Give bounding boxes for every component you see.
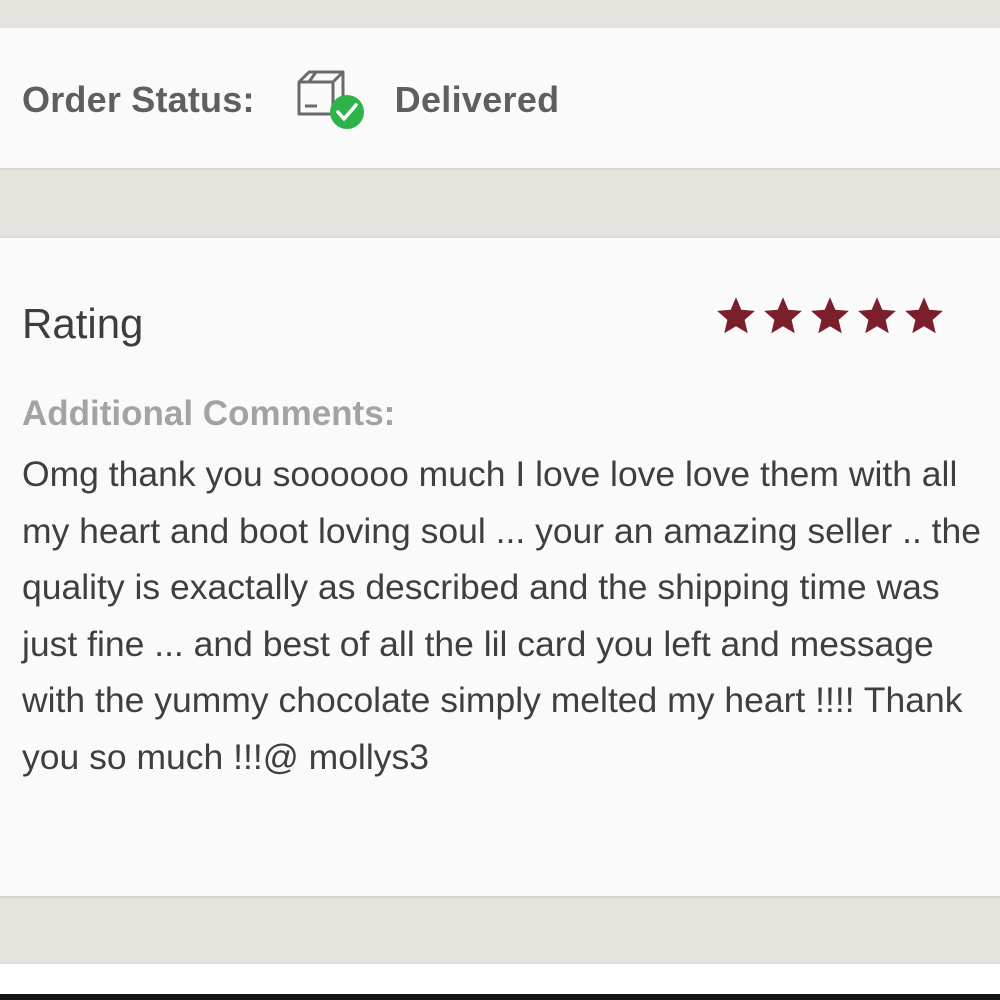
comments-label: Additional Comments:	[22, 394, 396, 433]
rating-stars	[714, 294, 946, 338]
bottom-edge	[0, 994, 1000, 1000]
delivered-box-check-icon	[293, 68, 367, 132]
review-card: Rating Additional Comments: Omg thank yo…	[0, 236, 1000, 898]
star-icon	[811, 297, 849, 334]
rating-label: Rating	[22, 300, 144, 347]
order-status-row: Order Status: Delivered	[22, 70, 560, 129]
order-status-value: Delivered	[394, 79, 560, 120]
star-icon	[764, 297, 802, 334]
review-page: Order Status: Delivered Rating Additiona…	[0, 0, 1000, 1000]
order-status-card: Order Status: Delivered	[0, 28, 1000, 170]
star-icon	[905, 297, 943, 334]
star-icon	[717, 297, 755, 334]
star-icon	[858, 297, 896, 334]
order-status-label: Order Status:	[22, 79, 255, 120]
comments-text: Omg thank you soooooo much I love love l…	[22, 454, 982, 777]
